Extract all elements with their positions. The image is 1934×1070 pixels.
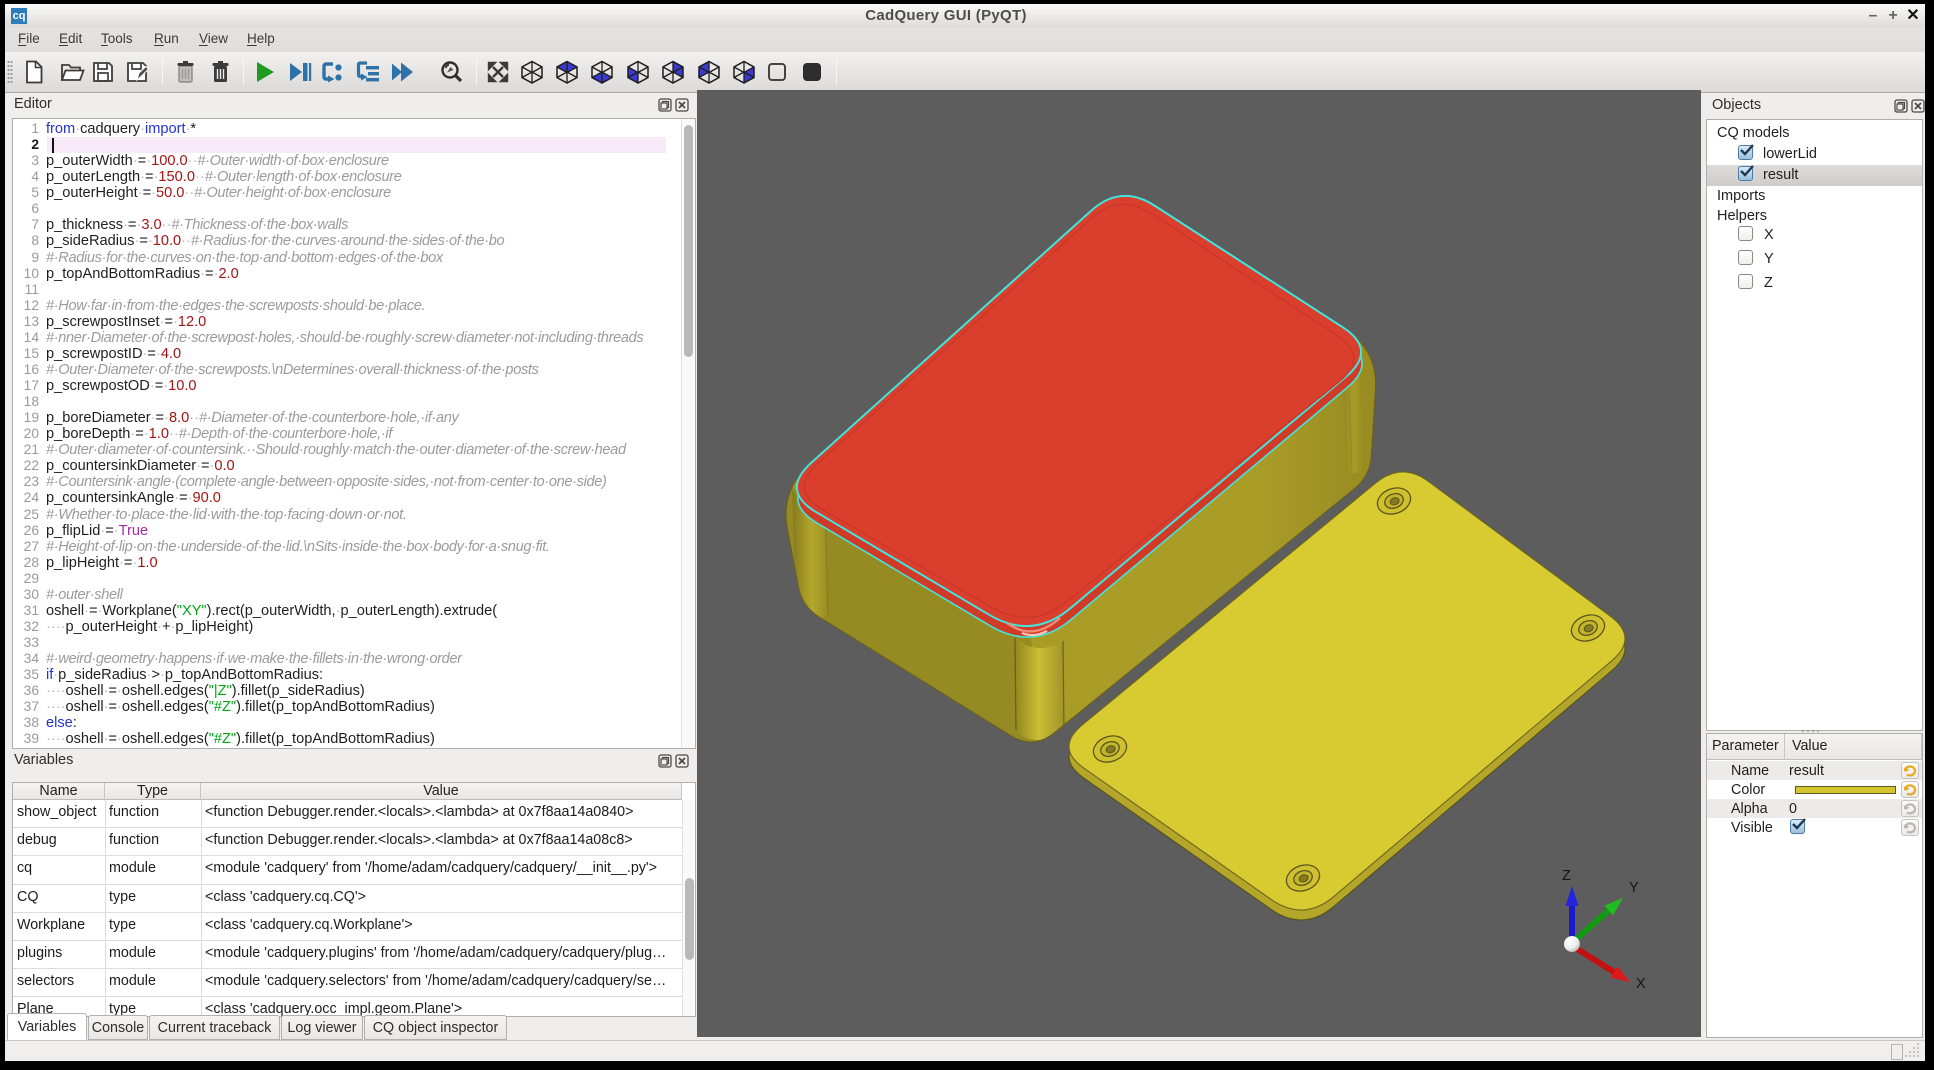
svg-text:Z: Z bbox=[1562, 868, 1571, 884]
svg-text:Y: Y bbox=[1629, 880, 1639, 896]
svg-text:X: X bbox=[1636, 976, 1646, 992]
